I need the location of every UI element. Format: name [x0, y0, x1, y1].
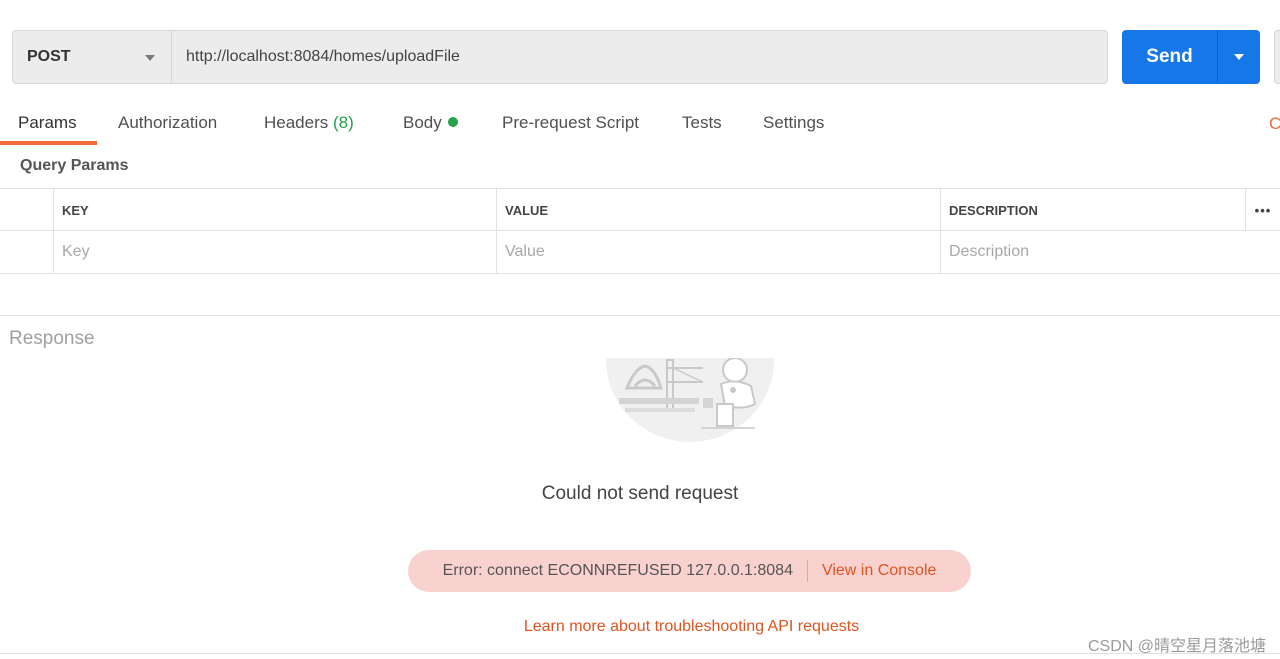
- send-dropdown-icon: [1234, 54, 1244, 60]
- chevron-down-icon: [145, 55, 155, 61]
- cookies-link-partial[interactable]: C: [1269, 114, 1280, 134]
- tab-tests-label: Tests: [682, 113, 722, 132]
- url-text: http://localhost:8084/homes/uploadFile: [186, 48, 460, 65]
- method-label: POST: [27, 48, 71, 65]
- description-input[interactable]: Description: [940, 231, 1245, 273]
- tab-headers[interactable]: Headers (8): [264, 105, 354, 145]
- body-status-dot-icon: [447, 117, 458, 127]
- view-in-console-link[interactable]: View in Console: [822, 562, 936, 580]
- query-params-table: KEY VALUE DESCRIPTION ••• Key Value Desc…: [0, 188, 1280, 274]
- table-row: Key Value Description: [0, 231, 1280, 273]
- more-options-icon[interactable]: •••: [1245, 189, 1280, 231]
- method-select[interactable]: POST: [12, 30, 171, 84]
- tab-headers-label: Headers: [264, 113, 329, 132]
- query-params-title: Query Params: [20, 157, 129, 174]
- url-input[interactable]: http://localhost:8084/homes/uploadFile: [171, 30, 1108, 84]
- save-button-partial[interactable]: [1274, 30, 1280, 84]
- tab-params[interactable]: Params: [0, 105, 97, 145]
- error-title: Could not send request: [541, 483, 739, 504]
- key-input[interactable]: Key: [53, 231, 497, 273]
- tab-params-label: Params: [18, 113, 77, 132]
- tab-authorization[interactable]: Authorization: [118, 105, 217, 145]
- tab-body-label: Body: [403, 113, 442, 132]
- tab-settings[interactable]: Settings: [763, 105, 824, 145]
- response-title: Response: [9, 328, 95, 349]
- tab-tests[interactable]: Tests: [682, 105, 722, 145]
- postman-request-page: POST http://localhost:8084/homes/uploadF…: [0, 0, 1280, 659]
- send-dropdown-button[interactable]: [1218, 30, 1260, 84]
- error-banner: Error: connect ECONNREFUSED 127.0.0.1:80…: [408, 550, 971, 592]
- column-header-key: KEY: [53, 189, 497, 231]
- table-header-row: KEY VALUE DESCRIPTION •••: [0, 189, 1280, 231]
- tab-body[interactable]: Body: [403, 105, 458, 145]
- tab-prerequest-label: Pre-request Script: [502, 113, 639, 132]
- error-message: Error: connect ECONNREFUSED 127.0.0.1:80…: [442, 562, 793, 579]
- column-header-value: VALUE: [496, 189, 941, 231]
- watermark-text: CSDN @晴空星月落池塘: [1087, 638, 1266, 655]
- column-header-description: DESCRIPTION: [940, 189, 1245, 231]
- send-button-group: Send: [1122, 30, 1260, 84]
- response-divider: [0, 315, 1280, 316]
- headers-count-badge: (8): [333, 113, 354, 132]
- tab-settings-label: Settings: [763, 113, 825, 132]
- request-tabs: Params Authorization Headers (8) Body Pr…: [0, 105, 1280, 145]
- row-spacer: [1245, 231, 1280, 273]
- tab-prerequest-script[interactable]: Pre-request Script: [502, 105, 639, 145]
- tab-authorization-label: Authorization: [118, 113, 218, 132]
- astronaut-illustration: [606, 358, 774, 442]
- error-banner-divider: [806, 560, 808, 582]
- value-input[interactable]: Value: [496, 231, 941, 273]
- send-button[interactable]: Send: [1122, 46, 1217, 68]
